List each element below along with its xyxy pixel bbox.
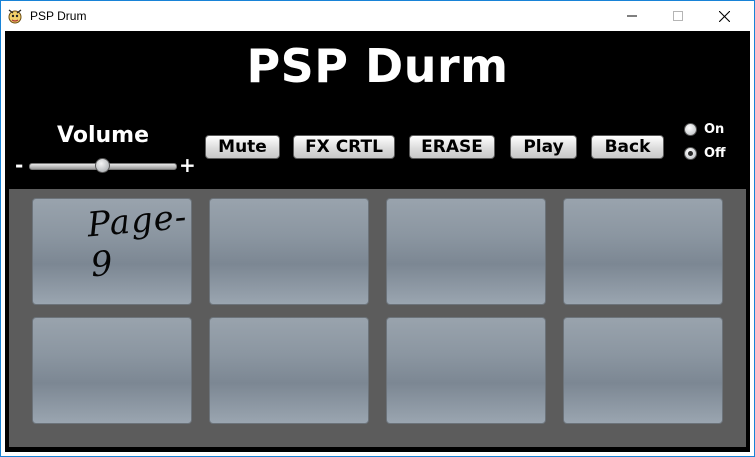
drum-pad-3[interactable]	[386, 198, 546, 305]
app-heading: PSP Durm	[246, 39, 509, 93]
drum-pad-2[interactable]	[209, 198, 369, 305]
off-radio-label: Off	[704, 146, 726, 161]
drum-pad-6[interactable]	[209, 317, 369, 424]
title-bar[interactable]: PSP Drum	[1, 1, 754, 31]
power-on-option[interactable]: On	[684, 122, 724, 137]
erase-button[interactable]: ERASE	[409, 135, 495, 159]
volume-slider-thumb[interactable]	[95, 158, 110, 173]
drum-app-icon	[8, 9, 22, 24]
close-icon	[718, 10, 730, 22]
volume-minus-label: -	[15, 153, 24, 177]
volume-plus-label: +	[179, 153, 196, 177]
maximize-icon	[673, 11, 683, 21]
play-button[interactable]: Play	[510, 135, 577, 159]
off-radio-button[interactable]	[684, 147, 697, 160]
volume-label: Volume	[57, 123, 149, 148]
mute-button[interactable]: Mute	[205, 135, 280, 159]
on-radio-button[interactable]	[684, 123, 697, 136]
drum-pad-4[interactable]	[563, 198, 723, 305]
app-content: PSP Durm Volume - + Mute FX CRTL ERASE P…	[5, 31, 750, 452]
back-button[interactable]: Back	[591, 135, 664, 159]
drum-pad-8[interactable]	[563, 317, 723, 424]
minimize-icon	[627, 15, 637, 17]
maximize-button[interactable]	[655, 1, 701, 31]
minimize-button[interactable]	[609, 1, 655, 31]
app-window: PSP Drum PSP Durm Volume - + Mute FX CRT…	[0, 0, 755, 457]
on-radio-label: On	[704, 122, 725, 137]
close-button[interactable]	[701, 1, 747, 31]
power-off-option[interactable]: Off	[684, 146, 726, 161]
drum-pad-7[interactable]	[386, 317, 546, 424]
pad-page-label: Page-9	[85, 198, 189, 286]
drum-pad-5[interactable]	[32, 317, 192, 424]
window-title: PSP Drum	[30, 9, 87, 23]
drum-pad-1[interactable]: Page-9	[32, 198, 192, 305]
fx-control-button[interactable]: FX CRTL	[293, 135, 395, 159]
drum-pad-grid: Page-9	[9, 189, 746, 447]
